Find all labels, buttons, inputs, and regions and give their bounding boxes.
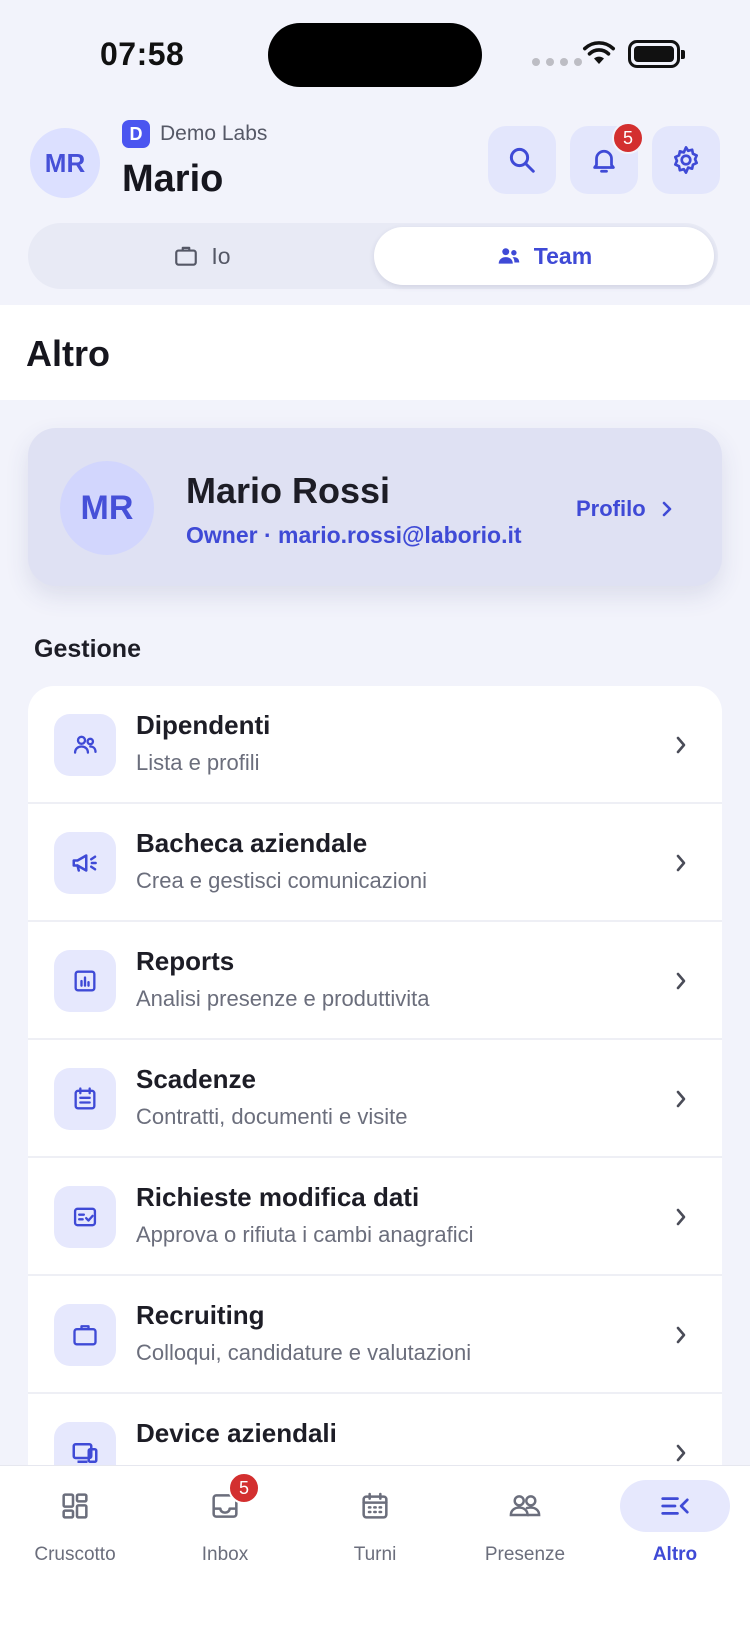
list-item-subtitle: Approva o rifiuta i cambi anagrafici xyxy=(136,1222,474,1247)
inbox-badge: 5 xyxy=(228,1472,260,1504)
segment-io[interactable]: Io xyxy=(32,227,372,285)
list-item-subtitle: Analisi presenze e produttivita xyxy=(136,986,430,1011)
org-logo-icon: D xyxy=(122,120,150,148)
section-header: Altro xyxy=(0,305,750,400)
dynamic-island xyxy=(268,23,482,87)
list-item-subtitle: Lista e profili xyxy=(136,750,260,775)
chevron-right-icon xyxy=(676,1444,686,1462)
list-item-reports[interactable]: Reports Analisi presenze e produttivita xyxy=(28,922,722,1040)
chevron-right-icon xyxy=(676,736,686,754)
checklist-icon xyxy=(54,1186,116,1248)
org-switcher[interactable]: D Demo Labs xyxy=(122,120,267,148)
status-time: 07:58 xyxy=(100,36,185,72)
status-bar: 07:58 xyxy=(0,0,750,110)
devices-icon xyxy=(54,1422,116,1466)
list-item-recruiting[interactable]: Recruiting Colloqui, candidature e valut… xyxy=(28,1276,722,1394)
list-item-subtitle: Contratti, documenti e visite xyxy=(136,1104,408,1129)
segment-team[interactable]: Team xyxy=(374,227,714,285)
list-item-device-aziendali[interactable]: Device aziendali xyxy=(28,1394,722,1466)
menu-icon xyxy=(620,1480,730,1532)
search-icon xyxy=(509,147,535,173)
gear-icon xyxy=(674,146,698,174)
tab-altro[interactable]: Altro xyxy=(600,1480,750,1580)
app-header: MR D Demo Labs Mario 5 Io Team xyxy=(0,110,750,305)
list-item-title: Scadenze xyxy=(136,1064,256,1094)
segment-io-label: Io xyxy=(211,242,231,269)
bell-icon xyxy=(593,149,615,173)
bottom-tab-bar: Cruscotto 5 Inbox Turni Presenze Altro xyxy=(0,1465,750,1630)
dashboard-icon xyxy=(20,1480,130,1532)
settings-button[interactable] xyxy=(652,126,720,194)
list-item-title: Bacheca aziendale xyxy=(136,828,368,858)
list-item-subtitle: Crea e gestisci comunicazioni xyxy=(136,868,428,893)
list-item-title: Dipendenti xyxy=(136,710,271,740)
chevron-right-icon xyxy=(676,854,686,872)
tab-label: Altro xyxy=(652,1544,698,1565)
segment-team-label: Team xyxy=(533,242,593,269)
user-first-name: Mario xyxy=(122,158,224,200)
list-item-title: Richieste modifica dati xyxy=(136,1182,420,1212)
users-icon xyxy=(54,714,116,776)
briefcase-icon xyxy=(54,1304,116,1366)
notifications-badge: 5 xyxy=(612,122,644,154)
chevron-right-icon xyxy=(662,501,671,517)
signal-icon xyxy=(532,58,582,66)
list-item-scadenze[interactable]: Scadenze Contratti, documenti e visite xyxy=(28,1040,722,1158)
people-icon xyxy=(470,1480,580,1532)
wifi-icon xyxy=(583,41,615,64)
tab-label: Turni xyxy=(353,1544,397,1565)
profile-role-email: Owner · mario.rossi@laborio.it xyxy=(186,522,522,548)
chart-icon xyxy=(54,950,116,1012)
group-title: Gestione xyxy=(34,635,141,663)
view-segmented-control: Io Team xyxy=(28,223,718,289)
calendar-icon xyxy=(320,1480,430,1532)
list-item-title: Reports xyxy=(136,946,235,976)
tab-presenze[interactable]: Presenze xyxy=(450,1480,600,1580)
megaphone-icon xyxy=(54,832,116,894)
list-item-dipendenti[interactable]: Dipendenti Lista e profili xyxy=(28,686,722,804)
profile-link[interactable]: Profilo xyxy=(576,496,674,522)
tab-turni[interactable]: Turni xyxy=(300,1480,450,1580)
chevron-right-icon xyxy=(676,1326,686,1344)
tab-inbox[interactable]: 5 Inbox xyxy=(150,1472,300,1580)
page-title: Altro xyxy=(26,333,110,374)
avatar[interactable]: MR xyxy=(30,128,100,198)
chevron-right-icon xyxy=(676,1090,686,1108)
chevron-right-icon xyxy=(676,1208,686,1226)
battery-icon xyxy=(628,40,685,68)
briefcase-icon xyxy=(175,246,198,266)
profile-name: Mario Rossi xyxy=(186,470,391,511)
profile-link-label: Profilo xyxy=(576,496,646,521)
list-item-title: Recruiting xyxy=(136,1300,265,1330)
notifications-button[interactable]: 5 xyxy=(570,122,644,194)
team-icon xyxy=(498,248,520,264)
inbox-icon: 5 xyxy=(170,1472,280,1532)
list-item-title: Device aziendali xyxy=(136,1418,337,1448)
list-item-richieste-modifica[interactable]: Richieste modifica dati Approva o rifiut… xyxy=(28,1158,722,1276)
list-item-bacheca[interactable]: Bacheca aziendale Crea e gestisci comuni… xyxy=(28,804,722,922)
chevron-right-icon xyxy=(676,972,686,990)
tab-label: Presenze xyxy=(484,1544,566,1565)
profile-card[interactable]: MR Mario Rossi Owner · mario.rossi@labor… xyxy=(28,428,722,586)
tab-cruscotto[interactable]: Cruscotto xyxy=(0,1480,150,1580)
tab-label: Cruscotto xyxy=(34,1544,116,1565)
search-button[interactable] xyxy=(488,126,556,194)
org-name: Demo Labs xyxy=(160,122,268,145)
tab-label: Inbox xyxy=(201,1544,249,1565)
list-item-subtitle: Colloqui, candidature e valutazioni xyxy=(136,1340,472,1365)
management-list: Dipendenti Lista e profili Bacheca azien… xyxy=(28,686,722,1466)
calendar-list-icon xyxy=(54,1068,116,1130)
profile-avatar: MR xyxy=(60,461,154,555)
